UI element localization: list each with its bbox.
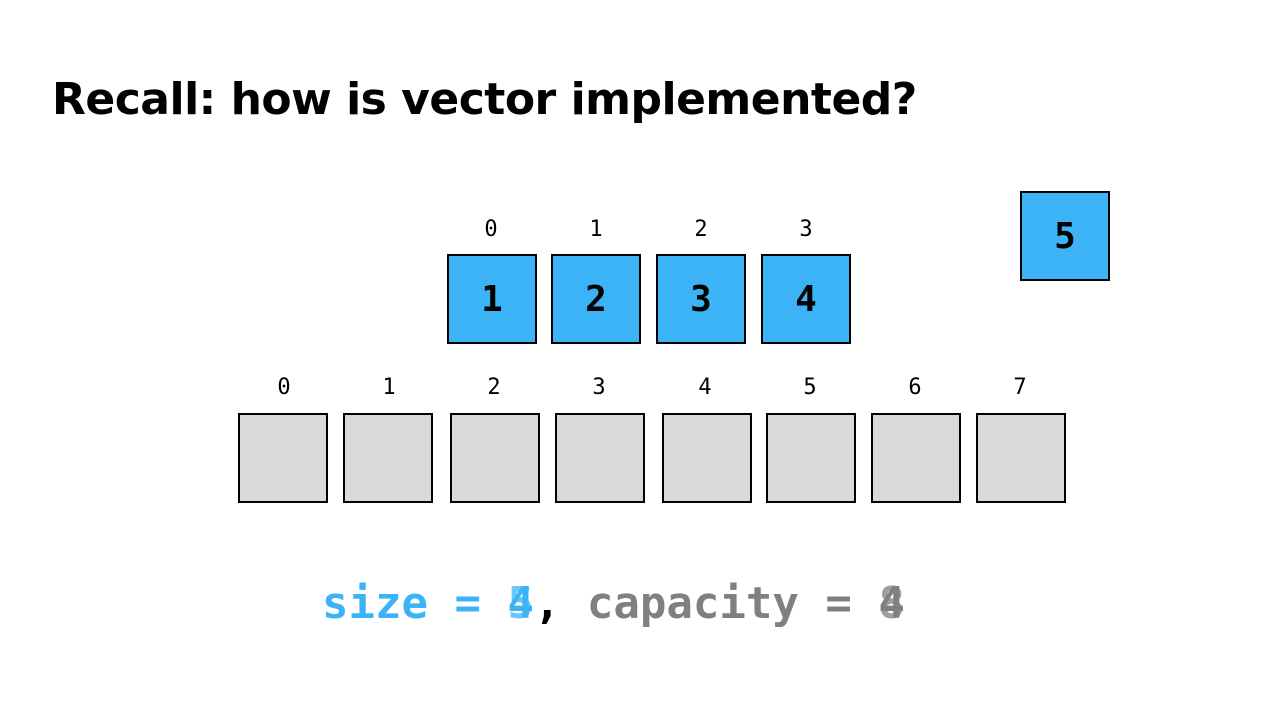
new-cell-0: [238, 413, 328, 503]
old-index-1: 1: [589, 217, 603, 242]
slide-title: Recall: how is vector implemented?: [52, 74, 917, 125]
old-cell-1: 2: [551, 254, 641, 344]
size-capacity-status: size = 45, capacity = 48: [322, 578, 905, 629]
new-element-cell: 5: [1020, 191, 1110, 281]
new-index-0: 0: [277, 375, 291, 400]
old-cell-0: 1: [447, 254, 537, 344]
capacity-value: 48: [878, 578, 905, 629]
capacity-label: capacity =: [560, 578, 879, 629]
new-cell-5: [766, 413, 856, 503]
new-index-1: 1: [382, 375, 396, 400]
new-cell-3: [555, 413, 645, 503]
old-index-2: 2: [694, 217, 708, 242]
new-cell-7: [976, 413, 1066, 503]
new-index-2: 2: [487, 375, 501, 400]
old-cell-3: 4: [761, 254, 851, 344]
new-index-6: 6: [908, 375, 922, 400]
size-label: size =: [322, 578, 508, 629]
new-index-3: 3: [592, 375, 606, 400]
new-cell-6: [871, 413, 961, 503]
new-cell-4: [662, 413, 752, 503]
new-index-4: 4: [698, 375, 712, 400]
size-value-new: 5: [507, 578, 534, 629]
new-cell-2: [450, 413, 540, 503]
old-cell-2: 3: [656, 254, 746, 344]
size-value: 45: [507, 578, 534, 629]
old-index-3: 3: [799, 217, 813, 242]
capacity-value-new: 8: [878, 578, 905, 629]
old-index-0: 0: [484, 217, 498, 242]
new-index-5: 5: [803, 375, 817, 400]
new-index-7: 7: [1013, 375, 1027, 400]
new-cell-1: [343, 413, 433, 503]
separator: ,: [533, 578, 561, 629]
